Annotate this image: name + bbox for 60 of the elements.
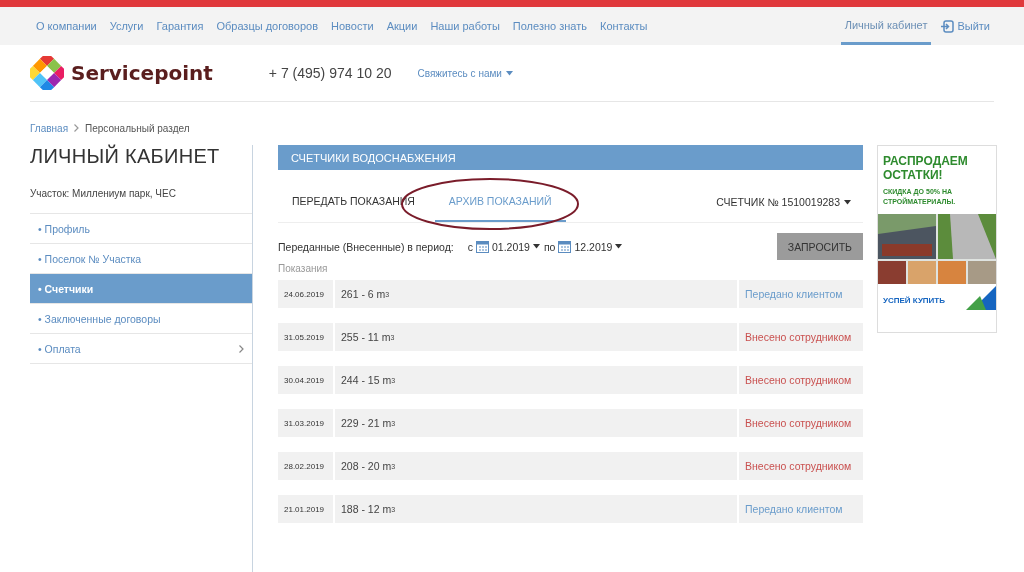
logout-icon (941, 19, 955, 33)
breadcrumb-link[interactable]: Главная (30, 122, 69, 134)
reading-cell: 261 - 6 m$^{3}$ (335, 280, 737, 308)
caret-icon (844, 199, 851, 205)
date-cell: 31.03.2019 (278, 409, 333, 437)
calendar-icon (558, 240, 572, 253)
date-cell: 28.02.2019 (278, 452, 333, 480)
account-tab[interactable]: Личный кабинет (840, 7, 932, 45)
logo-icon (30, 56, 64, 90)
plot-label: Участок: Миллениум парк, ЧЕС (30, 188, 252, 214)
breadcrumb-current: Персональный раздел (85, 122, 190, 134)
nav-link[interactable]: Новости (331, 20, 374, 32)
sidebar-item[interactable]: • Заключенные договоры (30, 304, 252, 334)
nav-link[interactable]: Услуги (109, 20, 144, 32)
nav-link[interactable]: Акции (386, 20, 418, 32)
banner-headline: РАСПРОДАЕМ ОСТАТКИ! (882, 154, 969, 183)
nav-link[interactable]: Полезно знать (512, 20, 587, 32)
breadcrumb-separator-icon (74, 124, 80, 132)
from-label: с (467, 240, 473, 253)
reading-cell: 255 - 11 m$^{3}$ (335, 323, 737, 351)
date-picker[interactable]: 01.2019 (475, 240, 540, 253)
calendar-icon (475, 240, 489, 253)
phone-number: + 7 (495) 974 10 20 (268, 65, 392, 81)
date-cell: 21.01.2019 (278, 495, 333, 523)
status-cell: Передано клиентом (739, 280, 863, 308)
nav-link[interactable]: Гарантия (156, 20, 204, 32)
caret-icon (532, 244, 540, 249)
reading-cell: 208 - 20 m$^{3}$ (335, 452, 737, 480)
period-label: Переданные (Внесенные) в период: (278, 240, 454, 253)
caret-icon (505, 70, 513, 76)
nav-link[interactable]: О компании (36, 20, 97, 32)
sidebar-item[interactable]: • Оплата (30, 334, 252, 364)
nav-link[interactable]: Образцы договоров (216, 20, 319, 32)
readings-label: Показания (278, 263, 329, 274)
reading-cell: 244 - 15 m$^{3}$ (335, 366, 737, 394)
status-cell: Передано клиентом (739, 495, 863, 523)
logout-link[interactable]: Выйти (941, 7, 990, 45)
date-picker[interactable]: 12.2019 (558, 240, 623, 253)
caret-icon (615, 244, 623, 249)
date-cell: 31.05.2019 (278, 323, 333, 351)
reading-cell: 229 - 21 m$^{3}$ (335, 409, 737, 437)
status-cell: Внесено сотрудником (739, 409, 863, 437)
request-button[interactable]: ЗАПРОСИТЬ (776, 233, 863, 260)
date-cell: 24.06.2019 (278, 280, 333, 308)
status-cell: Внесено сотрудником (739, 366, 863, 394)
banner-cta: УСПЕЙ КУПИТЬ (883, 295, 945, 305)
date-cell: 30.04.2019 (278, 366, 333, 394)
contact-dropdown[interactable]: Свяжитесь с нами (417, 67, 513, 79)
panel-header: СЧЕТЧИКИ ВОДОСНАБЖЕНИЯ (278, 145, 863, 170)
meter-dropdown[interactable]: СЧЕТЧИК № 1510019283 (716, 182, 863, 222)
sidebar-item[interactable]: • Профиль (30, 214, 252, 244)
page-title: ЛИЧНЫЙ КАБИНЕТ (30, 145, 221, 168)
to-label: по (543, 240, 556, 253)
nav-link[interactable]: Контакты (599, 20, 648, 32)
sidebar-item[interactable]: • Счетчики (30, 274, 252, 304)
status-cell: Внесено сотрудником (739, 452, 863, 480)
status-cell: Внесено сотрудником (739, 323, 863, 351)
logo-text[interactable]: Servicepoint (71, 61, 213, 85)
reading-cell: 188 - 12 m$^{3}$ (335, 495, 737, 523)
nav-link[interactable]: Наши работы (430, 20, 500, 32)
